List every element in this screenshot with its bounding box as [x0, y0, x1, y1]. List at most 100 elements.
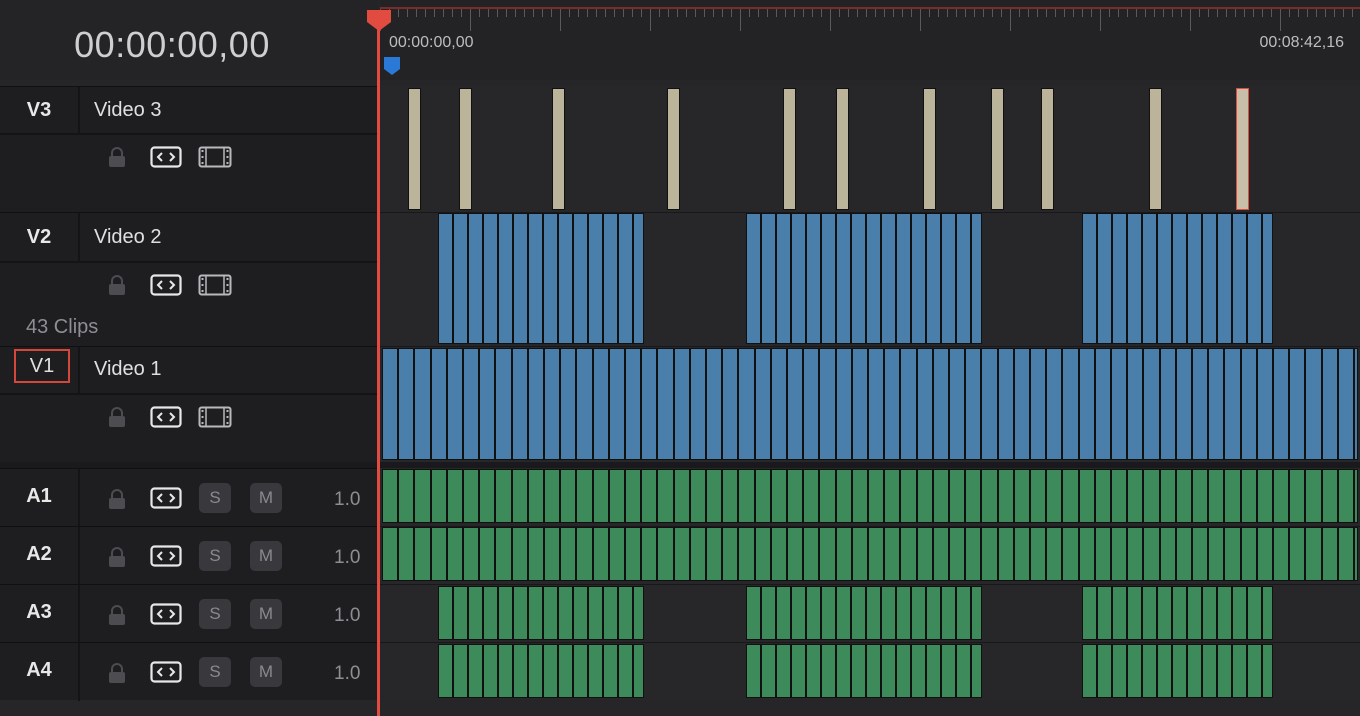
video-clip[interactable]	[673, 348, 690, 460]
solo-button[interactable]: S	[199, 657, 231, 687]
video-clip[interactable]	[453, 213, 468, 344]
audio-clip[interactable]	[1202, 586, 1217, 640]
title-clip[interactable]	[459, 88, 472, 210]
audio-clip[interactable]	[819, 527, 836, 581]
video-clip[interactable]	[911, 213, 926, 344]
video-clip[interactable]	[528, 213, 543, 344]
audio-clip[interactable]	[495, 469, 512, 523]
title-clip[interactable]	[836, 88, 849, 210]
video-clip[interactable]	[398, 348, 415, 460]
video-clip[interactable]	[382, 348, 399, 460]
audio-clip[interactable]	[1172, 644, 1187, 698]
audio-clip[interactable]	[916, 469, 933, 523]
audio-clip[interactable]	[438, 586, 453, 640]
video-clip[interactable]	[803, 348, 820, 460]
audio-clip[interactable]	[1046, 469, 1063, 523]
film-icon[interactable]	[198, 406, 232, 428]
audio-clip[interactable]	[1097, 644, 1112, 698]
audio-clip[interactable]	[900, 527, 917, 581]
audio-clip[interactable]	[770, 469, 787, 523]
audio-clip[interactable]	[981, 469, 998, 523]
video-clip[interactable]	[1046, 348, 1063, 460]
title-clip-selected[interactable]	[1236, 88, 1249, 210]
title-clip[interactable]	[1041, 88, 1054, 210]
audio-clip[interactable]	[1143, 469, 1160, 523]
audio-clip[interactable]	[657, 469, 674, 523]
marker-icon[interactable]	[383, 56, 401, 76]
video-clip[interactable]	[851, 213, 866, 344]
audio-clip[interactable]	[1094, 469, 1111, 523]
title-clip[interactable]	[667, 88, 680, 210]
audio-clip[interactable]	[884, 469, 901, 523]
audio-clip[interactable]	[382, 469, 399, 523]
audio-clip[interactable]	[511, 469, 528, 523]
audio-clip[interactable]	[851, 527, 868, 581]
audio-clip[interactable]	[463, 527, 480, 581]
audio-clip[interactable]	[483, 644, 498, 698]
audio-clip[interactable]	[558, 586, 573, 640]
video-clip[interactable]	[932, 348, 949, 460]
audio-clip[interactable]	[868, 469, 885, 523]
audio-clip[interactable]	[851, 469, 868, 523]
audio-clip[interactable]	[949, 469, 966, 523]
video-clip[interactable]	[821, 213, 836, 344]
film-icon[interactable]	[198, 146, 232, 168]
audio-clip[interactable]	[971, 586, 982, 640]
track-name[interactable]: Video 3	[94, 99, 161, 122]
audio-clip[interactable]	[1142, 586, 1157, 640]
lock-icon[interactable]	[107, 147, 127, 167]
audio-clip[interactable]	[932, 469, 949, 523]
auto-select-icon[interactable]	[150, 661, 182, 683]
audio-clip[interactable]	[851, 586, 866, 640]
audio-clip[interactable]	[1111, 527, 1128, 581]
video-clip[interactable]	[1062, 348, 1079, 460]
audio-clip[interactable]	[896, 644, 911, 698]
lock-icon[interactable]	[107, 275, 127, 295]
video-clip[interactable]	[608, 348, 625, 460]
video-clip[interactable]	[463, 348, 480, 460]
audio-clip[interactable]	[1127, 527, 1144, 581]
mute-button[interactable]: M	[250, 657, 282, 687]
audio-clip[interactable]	[543, 586, 558, 640]
video-clip[interactable]	[754, 348, 771, 460]
video-clip[interactable]	[900, 348, 917, 460]
audio-clip[interactable]	[965, 469, 982, 523]
audio-clip[interactable]	[608, 469, 625, 523]
audio-clip[interactable]	[1078, 469, 1095, 523]
video-clip[interactable]	[1305, 348, 1322, 460]
audio-clip[interactable]	[625, 527, 642, 581]
track-header-a4[interactable]: A4 S M 1.0	[0, 642, 378, 701]
audio-clip[interactable]	[430, 469, 447, 523]
audio-clip[interactable]	[1192, 527, 1209, 581]
audio-clip[interactable]	[868, 527, 885, 581]
audio-clip[interactable]	[1232, 586, 1247, 640]
video-clip[interactable]	[722, 348, 739, 460]
video-clip[interactable]	[1175, 348, 1192, 460]
audio-clip[interactable]	[1013, 469, 1030, 523]
auto-select-icon[interactable]	[150, 603, 182, 625]
audio-clip[interactable]	[1127, 586, 1142, 640]
audio-clip[interactable]	[754, 527, 771, 581]
audio-clip[interactable]	[1143, 527, 1160, 581]
video-clip[interactable]	[641, 348, 658, 460]
audio-clip[interactable]	[1142, 644, 1157, 698]
audio-clip[interactable]	[625, 469, 642, 523]
lock-icon[interactable]	[107, 489, 127, 509]
solo-button[interactable]: S	[199, 483, 231, 513]
audio-clip[interactable]	[576, 527, 593, 581]
audio-clip[interactable]	[1224, 469, 1241, 523]
title-clip[interactable]	[923, 88, 936, 210]
audio-clip[interactable]	[746, 644, 761, 698]
timecode-display[interactable]: 00:00:00,00	[0, 24, 344, 66]
audio-clip[interactable]	[1187, 644, 1202, 698]
audio-clip[interactable]	[1354, 469, 1358, 523]
audio-clip[interactable]	[738, 469, 755, 523]
video-clip[interactable]	[1187, 213, 1202, 344]
video-clip[interactable]	[787, 348, 804, 460]
audio-clip[interactable]	[689, 527, 706, 581]
video-clip[interactable]	[1143, 348, 1160, 460]
volume-value[interactable]: 1.0	[334, 605, 360, 627]
audio-clip[interactable]	[866, 644, 881, 698]
audio-clip[interactable]	[997, 527, 1014, 581]
video-clip[interactable]	[1337, 348, 1354, 460]
